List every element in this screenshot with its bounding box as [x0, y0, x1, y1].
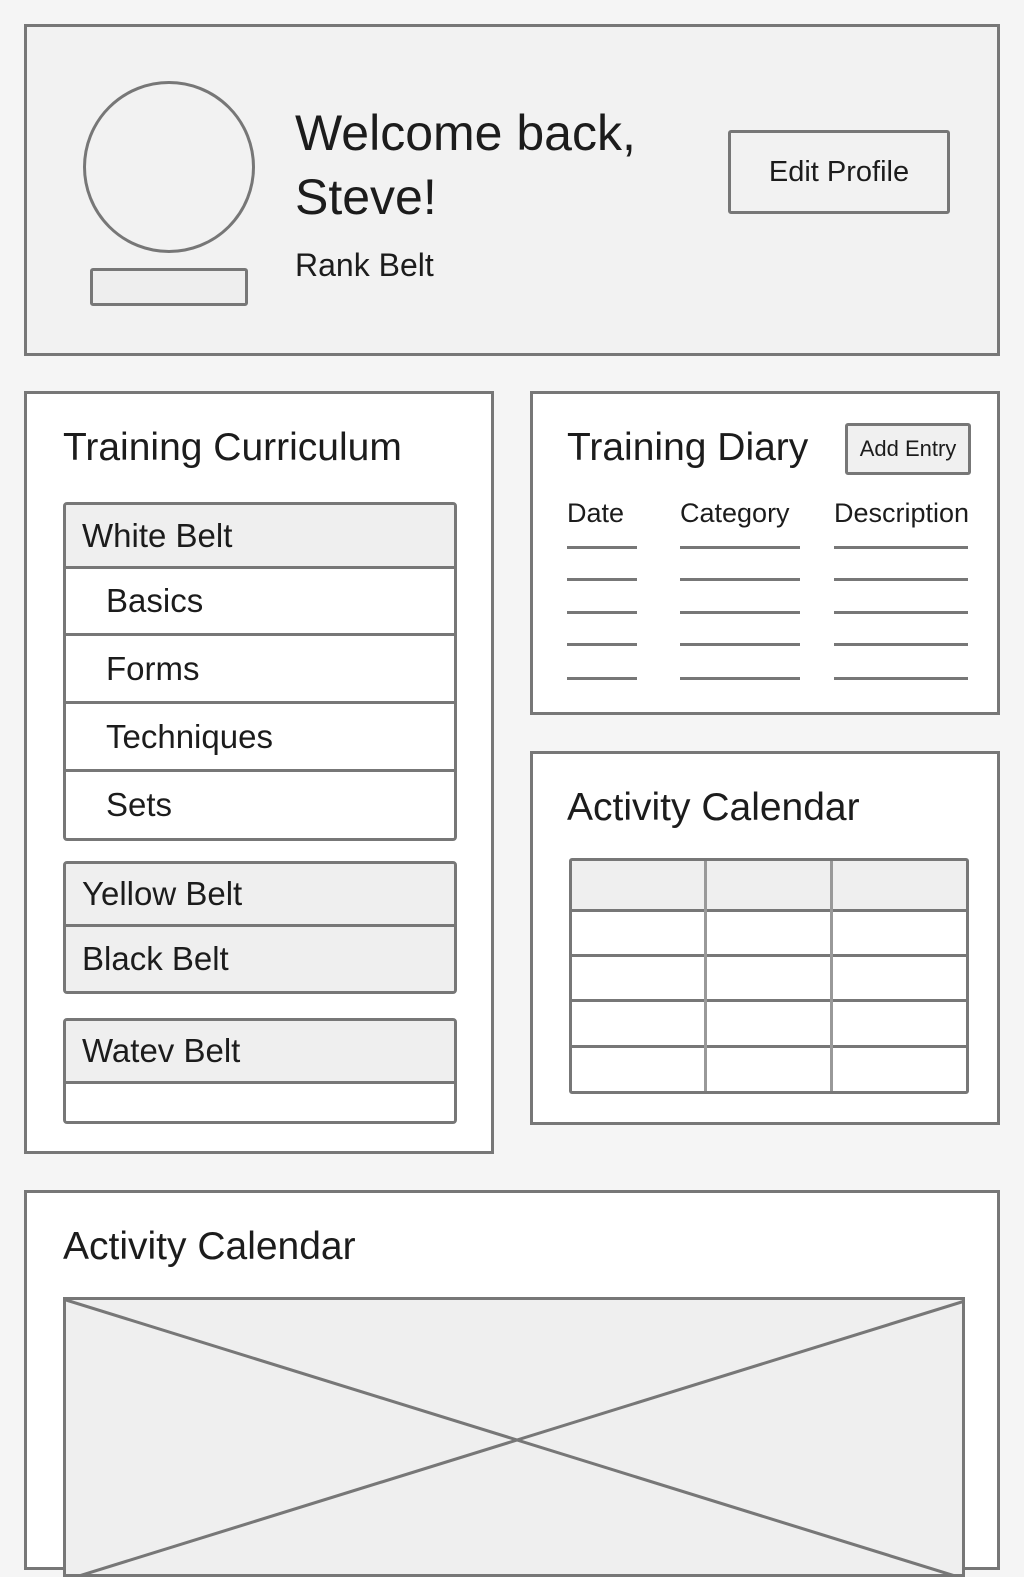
diary-cell-placeholder	[680, 677, 800, 680]
grid-line	[572, 999, 966, 1002]
diary-cell-placeholder	[680, 578, 800, 581]
diary-cell-placeholder	[567, 611, 637, 614]
training-curriculum-panel: Training Curriculum White Belt Basics Fo…	[24, 391, 494, 1154]
curriculum-title: Training Curriculum	[63, 426, 402, 469]
grid-line	[572, 1045, 966, 1048]
belt-group-watev: Watev Belt	[63, 1018, 457, 1124]
grid-line	[572, 909, 966, 912]
diary-cell-placeholder	[834, 611, 968, 614]
curriculum-item-sets[interactable]: Sets	[66, 772, 454, 838]
avatar-caption-placeholder	[90, 268, 248, 306]
add-entry-button[interactable]: Add Entry	[845, 423, 971, 475]
diary-cell-placeholder	[834, 578, 968, 581]
activity-calendar-title: Activity Calendar	[567, 786, 860, 829]
diary-title: Training Diary	[567, 426, 809, 469]
activity-calendar-large-panel: Activity Calendar	[24, 1190, 1000, 1577]
placeholder-cross	[66, 1300, 962, 1574]
belt-header-black[interactable]: Black Belt	[66, 927, 454, 991]
diary-cell-placeholder	[567, 677, 637, 680]
diary-cell-placeholder	[567, 643, 637, 646]
belt-group-yellow-black: Yellow Belt Black Belt	[63, 861, 457, 994]
belt-header-white[interactable]: White Belt	[66, 505, 454, 569]
diary-cell-placeholder	[834, 546, 968, 549]
column-header-description: Description	[834, 498, 970, 528]
profile-header: Welcome back, Steve! Rank Belt Edit Prof…	[24, 24, 1000, 356]
diary-cell-placeholder	[680, 546, 800, 549]
activity-calendar-panel: Activity Calendar	[530, 751, 1000, 1125]
grid-line	[572, 954, 966, 957]
belt-header-watev[interactable]: Watev Belt	[66, 1021, 454, 1084]
rank-label: Rank Belt	[295, 247, 434, 283]
calendar-header-row	[572, 861, 966, 909]
diary-cell-placeholder	[567, 578, 637, 581]
curriculum-item-forms[interactable]: Forms	[66, 636, 454, 704]
diary-cell-placeholder	[834, 677, 968, 680]
diary-cell-placeholder	[567, 546, 637, 549]
belt-group-white: White Belt Basics Forms Techniques Sets	[63, 502, 457, 841]
column-header-category: Category	[680, 498, 790, 528]
curriculum-item-basics[interactable]: Basics	[66, 569, 454, 636]
image-placeholder-icon	[63, 1297, 965, 1577]
diary-cell-placeholder	[834, 643, 968, 646]
grid-line	[830, 861, 833, 1091]
column-header-date: Date	[567, 498, 625, 528]
belt-header-yellow[interactable]: Yellow Belt	[66, 864, 454, 927]
diary-cell-placeholder	[680, 643, 800, 646]
diary-cell-placeholder	[680, 611, 800, 614]
edit-profile-button[interactable]: Edit Profile	[728, 130, 950, 214]
avatar[interactable]	[83, 81, 255, 253]
welcome-heading: Welcome back, Steve!	[295, 105, 636, 225]
calendar-grid[interactable]	[569, 858, 969, 1094]
training-diary-panel: Training Diary Add Entry Date Category D…	[530, 391, 1000, 715]
grid-line	[704, 861, 707, 1091]
curriculum-item-empty[interactable]	[66, 1084, 454, 1121]
activity-calendar-large-title: Activity Calendar	[63, 1225, 356, 1268]
curriculum-item-techniques[interactable]: Techniques	[66, 704, 454, 772]
